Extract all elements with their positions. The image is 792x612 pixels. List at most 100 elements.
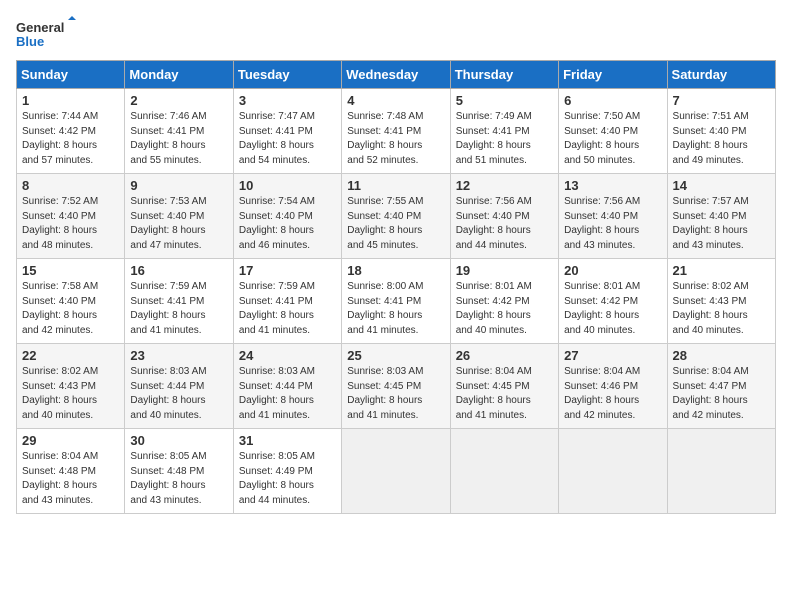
calendar-cell bbox=[559, 429, 667, 514]
day-number: 17 bbox=[239, 263, 336, 278]
day-number: 20 bbox=[564, 263, 661, 278]
calendar-cell: 31 Sunrise: 8:05 AM Sunset: 4:49 PM Dayli… bbox=[233, 429, 341, 514]
day-number: 9 bbox=[130, 178, 227, 193]
calendar-cell: 6 Sunrise: 7:50 AM Sunset: 4:40 PM Daylig… bbox=[559, 89, 667, 174]
svg-text:General: General bbox=[16, 20, 64, 35]
day-info: Sunrise: 7:54 AM Sunset: 4:40 PM Dayligh… bbox=[239, 195, 336, 253]
day-info: Sunrise: 8:04 AM Sunset: 4:46 PM Dayligh… bbox=[564, 365, 661, 423]
day-number: 2 bbox=[130, 93, 227, 108]
calendar-cell: 27 Sunrise: 8:04 AM Sunset: 4:46 PM Dayli… bbox=[559, 344, 667, 429]
calendar-cell bbox=[667, 429, 775, 514]
weekday-header-tuesday: Tuesday bbox=[233, 61, 341, 89]
day-number: 18 bbox=[347, 263, 444, 278]
calendar-body: 1 Sunrise: 7:44 AM Sunset: 4:42 PM Daylig… bbox=[17, 89, 776, 514]
day-number: 13 bbox=[564, 178, 661, 193]
day-info: Sunrise: 7:52 AM Sunset: 4:40 PM Dayligh… bbox=[22, 195, 119, 253]
day-info: Sunrise: 8:04 AM Sunset: 4:47 PM Dayligh… bbox=[673, 365, 770, 423]
calendar-cell: 24 Sunrise: 8:03 AM Sunset: 4:44 PM Dayli… bbox=[233, 344, 341, 429]
day-info: Sunrise: 7:56 AM Sunset: 4:40 PM Dayligh… bbox=[456, 195, 553, 253]
calendar-cell: 2 Sunrise: 7:46 AM Sunset: 4:41 PM Daylig… bbox=[125, 89, 233, 174]
logo-svg: GeneralBlue bbox=[16, 16, 76, 52]
calendar-cell: 30 Sunrise: 8:05 AM Sunset: 4:48 PM Dayli… bbox=[125, 429, 233, 514]
calendar-cell: 28 Sunrise: 8:04 AM Sunset: 4:47 PM Dayli… bbox=[667, 344, 775, 429]
calendar-cell: 25 Sunrise: 8:03 AM Sunset: 4:45 PM Dayli… bbox=[342, 344, 450, 429]
calendar-week-2: 8 Sunrise: 7:52 AM Sunset: 4:40 PM Daylig… bbox=[17, 174, 776, 259]
day-number: 5 bbox=[456, 93, 553, 108]
day-info: Sunrise: 7:46 AM Sunset: 4:41 PM Dayligh… bbox=[130, 110, 227, 168]
day-number: 27 bbox=[564, 348, 661, 363]
calendar-cell: 29Sunrise: 8:04 AM Sunset: 4:48 PM Dayli… bbox=[17, 429, 125, 514]
calendar-cell: 4 Sunrise: 7:48 AM Sunset: 4:41 PM Daylig… bbox=[342, 89, 450, 174]
day-info: Sunrise: 8:02 AM Sunset: 4:43 PM Dayligh… bbox=[673, 280, 770, 338]
day-info: Sunrise: 8:05 AM Sunset: 4:49 PM Dayligh… bbox=[239, 450, 336, 508]
day-number: 1 bbox=[22, 93, 119, 108]
day-number: 6 bbox=[564, 93, 661, 108]
day-info: Sunrise: 7:57 AM Sunset: 4:40 PM Dayligh… bbox=[673, 195, 770, 253]
calendar-cell: 12 Sunrise: 7:56 AM Sunset: 4:40 PM Dayli… bbox=[450, 174, 558, 259]
calendar-cell: 9 Sunrise: 7:53 AM Sunset: 4:40 PM Daylig… bbox=[125, 174, 233, 259]
day-number: 11 bbox=[347, 178, 444, 193]
day-info: Sunrise: 8:04 AM Sunset: 4:48 PM Dayligh… bbox=[22, 450, 119, 508]
weekday-header-monday: Monday bbox=[125, 61, 233, 89]
day-number: 4 bbox=[347, 93, 444, 108]
page-header: GeneralBlue bbox=[16, 16, 776, 52]
day-info: Sunrise: 8:01 AM Sunset: 4:42 PM Dayligh… bbox=[456, 280, 553, 338]
calendar-table: SundayMondayTuesdayWednesdayThursdayFrid… bbox=[16, 60, 776, 514]
day-number: 26 bbox=[456, 348, 553, 363]
day-info: Sunrise: 8:04 AM Sunset: 4:45 PM Dayligh… bbox=[456, 365, 553, 423]
weekday-header-thursday: Thursday bbox=[450, 61, 558, 89]
calendar-cell: 18Sunrise: 8:00 AM Sunset: 4:41 PM Dayli… bbox=[342, 259, 450, 344]
day-info: Sunrise: 7:59 AM Sunset: 4:41 PM Dayligh… bbox=[130, 280, 227, 338]
calendar-week-1: 1 Sunrise: 7:44 AM Sunset: 4:42 PM Daylig… bbox=[17, 89, 776, 174]
day-info: Sunrise: 8:02 AM Sunset: 4:43 PM Dayligh… bbox=[22, 365, 119, 423]
calendar-cell: 3 Sunrise: 7:47 AM Sunset: 4:41 PM Daylig… bbox=[233, 89, 341, 174]
calendar-week-3: 15Sunrise: 7:58 AM Sunset: 4:40 PM Dayli… bbox=[17, 259, 776, 344]
day-info: Sunrise: 7:44 AM Sunset: 4:42 PM Dayligh… bbox=[22, 110, 119, 168]
day-info: Sunrise: 7:50 AM Sunset: 4:40 PM Dayligh… bbox=[564, 110, 661, 168]
day-number: 10 bbox=[239, 178, 336, 193]
calendar-cell: 19Sunrise: 8:01 AM Sunset: 4:42 PM Dayli… bbox=[450, 259, 558, 344]
calendar-cell: 17 Sunrise: 7:59 AM Sunset: 4:41 PM Dayli… bbox=[233, 259, 341, 344]
weekday-header-friday: Friday bbox=[559, 61, 667, 89]
calendar-cell: 13 Sunrise: 7:56 AM Sunset: 4:40 PM Dayli… bbox=[559, 174, 667, 259]
calendar-cell: 20 Sunrise: 8:01 AM Sunset: 4:42 PM Dayli… bbox=[559, 259, 667, 344]
day-info: Sunrise: 7:56 AM Sunset: 4:40 PM Dayligh… bbox=[564, 195, 661, 253]
day-info: Sunrise: 7:48 AM Sunset: 4:41 PM Dayligh… bbox=[347, 110, 444, 168]
weekday-header-sunday: Sunday bbox=[17, 61, 125, 89]
day-number: 3 bbox=[239, 93, 336, 108]
day-number: 8 bbox=[22, 178, 119, 193]
day-info: Sunrise: 7:55 AM Sunset: 4:40 PM Dayligh… bbox=[347, 195, 444, 253]
day-number: 14 bbox=[673, 178, 770, 193]
calendar-week-4: 22 Sunrise: 8:02 AM Sunset: 4:43 PM Dayli… bbox=[17, 344, 776, 429]
day-info: Sunrise: 8:05 AM Sunset: 4:48 PM Dayligh… bbox=[130, 450, 227, 508]
svg-text:Blue: Blue bbox=[16, 34, 44, 49]
day-info: Sunrise: 7:59 AM Sunset: 4:41 PM Dayligh… bbox=[239, 280, 336, 338]
calendar-cell: 26 Sunrise: 8:04 AM Sunset: 4:45 PM Dayli… bbox=[450, 344, 558, 429]
day-number: 31 bbox=[239, 433, 336, 448]
day-number: 23 bbox=[130, 348, 227, 363]
calendar-cell: 16Sunrise: 7:59 AM Sunset: 4:41 PM Dayli… bbox=[125, 259, 233, 344]
day-info: Sunrise: 8:03 AM Sunset: 4:45 PM Dayligh… bbox=[347, 365, 444, 423]
day-number: 7 bbox=[673, 93, 770, 108]
calendar-cell: 8 Sunrise: 7:52 AM Sunset: 4:40 PM Daylig… bbox=[17, 174, 125, 259]
day-number: 22 bbox=[22, 348, 119, 363]
day-number: 21 bbox=[673, 263, 770, 278]
calendar-cell: 11 Sunrise: 7:55 AM Sunset: 4:40 PM Dayli… bbox=[342, 174, 450, 259]
calendar-cell: 14 Sunrise: 7:57 AM Sunset: 4:40 PM Dayli… bbox=[667, 174, 775, 259]
calendar-cell bbox=[450, 429, 558, 514]
day-info: Sunrise: 7:53 AM Sunset: 4:40 PM Dayligh… bbox=[130, 195, 227, 253]
day-number: 24 bbox=[239, 348, 336, 363]
day-number: 30 bbox=[130, 433, 227, 448]
day-info: Sunrise: 8:01 AM Sunset: 4:42 PM Dayligh… bbox=[564, 280, 661, 338]
calendar-cell: 22 Sunrise: 8:02 AM Sunset: 4:43 PM Dayli… bbox=[17, 344, 125, 429]
calendar-cell: 5Sunrise: 7:49 AM Sunset: 4:41 PM Daylig… bbox=[450, 89, 558, 174]
day-info: Sunrise: 7:47 AM Sunset: 4:41 PM Dayligh… bbox=[239, 110, 336, 168]
day-number: 25 bbox=[347, 348, 444, 363]
weekday-header-row: SundayMondayTuesdayWednesdayThursdayFrid… bbox=[17, 61, 776, 89]
day-info: Sunrise: 8:03 AM Sunset: 4:44 PM Dayligh… bbox=[239, 365, 336, 423]
calendar-week-5: 29Sunrise: 8:04 AM Sunset: 4:48 PM Dayli… bbox=[17, 429, 776, 514]
calendar-cell: 23Sunrise: 8:03 AM Sunset: 4:44 PM Dayli… bbox=[125, 344, 233, 429]
day-number: 28 bbox=[673, 348, 770, 363]
calendar-cell: 21 Sunrise: 8:02 AM Sunset: 4:43 PM Dayli… bbox=[667, 259, 775, 344]
day-number: 12 bbox=[456, 178, 553, 193]
